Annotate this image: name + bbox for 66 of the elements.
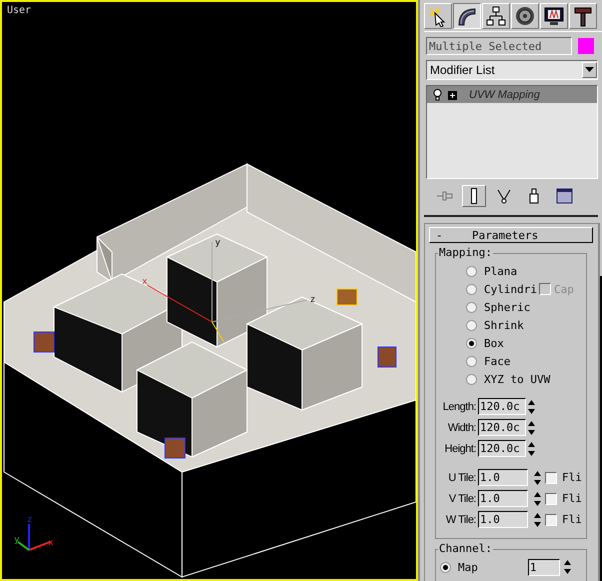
axis-label: y xyxy=(14,535,20,545)
checkbox[interactable] xyxy=(545,472,557,484)
option-label[interactable]: XYZ to UVW xyxy=(484,372,550,386)
stack-item[interactable]: UVW Mapping xyxy=(427,86,597,103)
number-field[interactable]: 120.0c xyxy=(478,398,526,415)
checkbox-label[interactable]: Fli xyxy=(562,513,582,526)
checkbox-label[interactable]: Fli xyxy=(562,492,582,505)
number-field[interactable]: 1.0 xyxy=(478,469,528,486)
name-field[interactable]: Multiple Selected xyxy=(426,37,572,55)
field-label: Width: xyxy=(446,422,476,434)
checkbox-label[interactable]: Fli xyxy=(562,471,582,484)
spinner-arrows-icon[interactable] xyxy=(534,512,541,528)
stack-tool-button[interactable] xyxy=(462,185,486,207)
hierarchy-icon xyxy=(485,5,507,27)
option-label[interactable]: Shrink xyxy=(484,318,524,332)
axis-tripod-icon xyxy=(17,524,50,551)
caret-icon[interactable] xyxy=(585,67,594,73)
transform-gizmo[interactable] xyxy=(146,242,308,342)
spinner-arrows-icon[interactable] xyxy=(564,559,571,575)
radio-button[interactable] xyxy=(466,320,477,330)
number-field[interactable]: 120.0c xyxy=(478,440,526,457)
spinner-arrows-icon[interactable] xyxy=(534,470,541,486)
expand-icon[interactable] xyxy=(448,90,457,100)
field-label: U Tile: xyxy=(447,472,476,484)
number-field[interactable]: 1.0 xyxy=(478,511,528,528)
field-label: V Tile: xyxy=(448,492,476,504)
panel-tab[interactable] xyxy=(453,3,481,29)
number-field[interactable]: 120.0c xyxy=(478,419,526,436)
checkbox[interactable] xyxy=(545,492,557,504)
number-field[interactable]: 1 xyxy=(528,558,560,576)
radio-button[interactable] xyxy=(466,284,477,294)
radio-button[interactable] xyxy=(466,338,477,348)
option-label[interactable]: Face xyxy=(484,354,510,368)
checkbox[interactable] xyxy=(545,514,557,526)
option-label[interactable]: Plana xyxy=(484,264,518,278)
lightbulb-icon[interactable] xyxy=(433,89,442,101)
modifier-dropdown[interactable]: Modifier List xyxy=(426,60,598,80)
radio-button[interactable] xyxy=(440,562,451,572)
axis-label: x xyxy=(142,277,148,287)
spinner-arrows-icon[interactable] xyxy=(528,398,535,414)
color-swatch[interactable] xyxy=(578,38,594,54)
spinner-arrows-icon[interactable] xyxy=(528,420,535,436)
viewport[interactable]: User x y z z y x xyxy=(0,0,418,581)
spinner-arrows-icon[interactable] xyxy=(528,440,535,456)
field-label: Length: xyxy=(442,400,476,412)
axis-label: x xyxy=(48,538,54,548)
option-label[interactable]: Cylindri xyxy=(484,282,537,296)
number-field[interactable]: 1.0 xyxy=(478,490,528,507)
option-label[interactable]: Spheric xyxy=(484,300,530,314)
axis-label: y xyxy=(215,238,220,248)
option-label[interactable]: Box xyxy=(484,336,504,350)
spinner-arrows-icon[interactable] xyxy=(534,490,541,506)
radio-button[interactable] xyxy=(466,374,477,384)
axis-label: z xyxy=(310,295,316,305)
group-title: Mapping: xyxy=(438,246,493,259)
field-label: W Tile: xyxy=(444,514,476,526)
viewport-label[interactable]: User xyxy=(7,5,32,16)
radio-button[interactable] xyxy=(466,266,477,276)
rollout-header[interactable]: - Parameters xyxy=(429,227,593,243)
group-title: Channel: xyxy=(438,542,493,555)
axis-label: z xyxy=(27,515,32,525)
option-label[interactable]: Map xyxy=(458,560,478,574)
modifier-stack[interactable]: UVW Mapping xyxy=(426,85,598,179)
radio-button[interactable] xyxy=(466,302,477,312)
field-label: Height: xyxy=(444,442,476,454)
radio-button[interactable] xyxy=(466,356,477,366)
